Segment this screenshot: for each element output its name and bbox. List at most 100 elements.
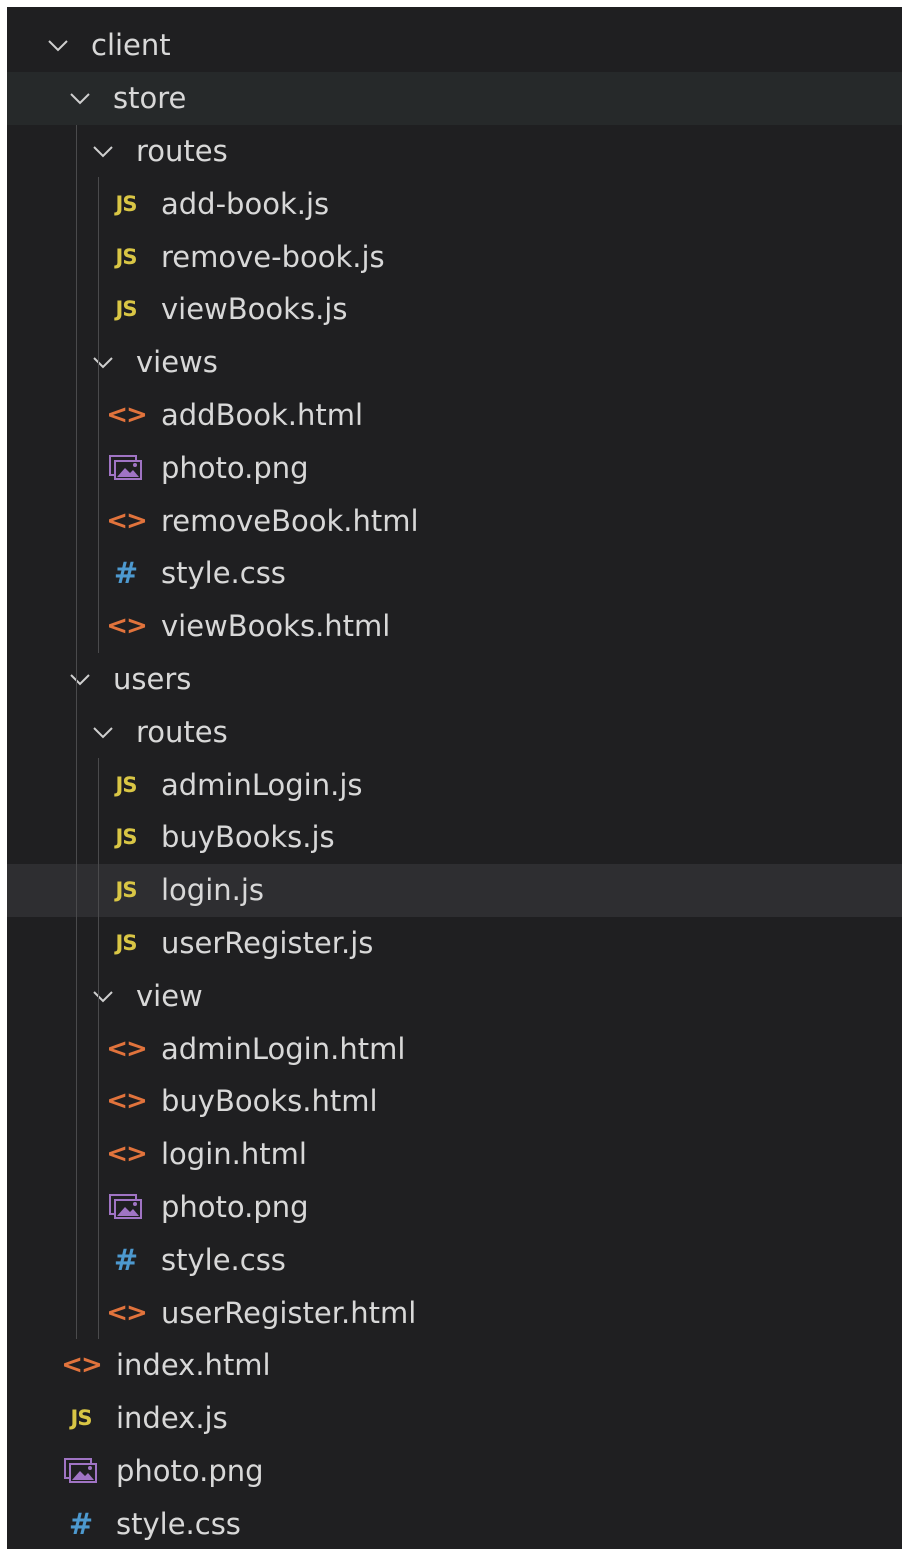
file-removebook-html[interactable]: <> removeBook.html: [7, 494, 902, 547]
tree-item-label: index.js: [116, 1401, 228, 1436]
tree-item-label: addBook.html: [161, 397, 364, 432]
html-icon: <>: [106, 399, 148, 430]
html-icon: <>: [61, 1350, 103, 1381]
folder-routes[interactable]: routes: [7, 125, 902, 178]
file-remove-book-js[interactable]: JS remove-book.js: [7, 230, 902, 283]
file-add-book-js[interactable]: JS add-book.js: [7, 177, 902, 230]
tree-item-label: viewBooks.js: [161, 292, 348, 327]
html-icon: <>: [106, 505, 148, 536]
file-photo-png[interactable]: photo.png: [7, 1445, 902, 1498]
indent-guide: [98, 177, 99, 653]
file-index-js[interactable]: JS index.js: [7, 1392, 902, 1445]
tree-item-label: buyBooks.html: [161, 1084, 378, 1119]
html-icon-glyph: <>: [106, 1297, 148, 1328]
tree-item-label: adminLogin.js: [161, 767, 363, 802]
js-icon: JS: [109, 875, 143, 905]
css-icon-glyph: #: [113, 556, 139, 591]
js-icon-glyph: JS: [115, 878, 138, 903]
css-icon: #: [109, 556, 143, 591]
file-photo-png[interactable]: photo.png: [7, 441, 902, 494]
file-buybooks-html[interactable]: <> buyBooks.html: [7, 1075, 902, 1128]
tree-item-label: photo.png: [161, 1189, 309, 1224]
js-icon-glyph: JS: [115, 191, 138, 216]
tree-item-label: client: [91, 28, 171, 63]
file-addbook-html[interactable]: <> addBook.html: [7, 389, 902, 442]
folder-store[interactable]: store: [7, 71, 902, 125]
chevron-down-icon[interactable]: [47, 34, 69, 56]
js-icon-glyph: JS: [115, 244, 138, 269]
js-icon-glyph: JS: [115, 825, 138, 850]
tree-item-label: userRegister.html: [161, 1295, 417, 1330]
tree-item-label: index.html: [116, 1348, 271, 1383]
tree-item-label: photo.png: [161, 450, 309, 485]
indent-guide: [76, 124, 77, 1339]
html-icon-glyph: <>: [106, 1139, 148, 1170]
folder-users[interactable]: users: [7, 653, 902, 706]
file-style-css[interactable]: # style.css: [7, 1497, 902, 1549]
chevron-down-icon[interactable]: [92, 140, 114, 162]
js-icon-glyph: JS: [115, 772, 138, 797]
tree-item-label: routes: [136, 133, 228, 168]
folder-views[interactable]: views: [7, 336, 902, 389]
file-login-html[interactable]: <> login.html: [7, 1128, 902, 1181]
tree-item-label: remove-book.js: [161, 239, 385, 274]
file-buybooks-js[interactable]: JS buyBooks.js: [7, 811, 902, 864]
html-icon: <>: [106, 1033, 148, 1064]
html-icon-glyph: <>: [106, 1033, 148, 1064]
css-icon-glyph: #: [113, 1242, 139, 1277]
html-icon-glyph: <>: [106, 1086, 148, 1117]
tree-item-label: photo.png: [116, 1453, 264, 1488]
file-userregister-js[interactable]: JS userRegister.js: [7, 917, 902, 970]
html-icon-glyph: <>: [106, 505, 148, 536]
image-icon: [109, 1192, 143, 1222]
tree-item-label: users: [113, 661, 192, 696]
tree-item-label: removeBook.html: [161, 503, 419, 538]
html-icon: <>: [106, 1139, 148, 1170]
js-icon-glyph: JS: [115, 297, 138, 322]
js-icon-glyph: JS: [70, 1406, 93, 1431]
file-index-html[interactable]: <> index.html: [7, 1339, 902, 1392]
file-adminlogin-html[interactable]: <> adminLogin.html: [7, 1022, 902, 1075]
js-icon-glyph: JS: [115, 930, 138, 955]
chevron-down-icon[interactable]: [69, 668, 91, 690]
css-icon-glyph: #: [68, 1506, 94, 1541]
html-icon: <>: [106, 1297, 148, 1328]
file-style-css[interactable]: # style.css: [7, 547, 902, 600]
tree-item-label: style.css: [116, 1506, 241, 1541]
folder-routes[interactable]: routes: [7, 705, 902, 758]
file-explorer-tree: client store routes JS add-book.js JS remove-b…: [7, 7, 902, 1549]
html-icon-glyph: <>: [106, 611, 148, 642]
file-adminlogin-js[interactable]: JS adminLogin.js: [7, 758, 902, 811]
js-icon: JS: [109, 928, 143, 958]
tree-item-label: buyBooks.js: [161, 820, 335, 855]
file-style-css[interactable]: # style.css: [7, 1233, 902, 1286]
css-icon: #: [109, 1242, 143, 1277]
tree-item-label: adminLogin.html: [161, 1031, 406, 1066]
css-icon: #: [64, 1506, 98, 1541]
chevron-down-icon[interactable]: [69, 87, 91, 109]
tree-item-label: routes: [136, 714, 228, 749]
tree-item-label: views: [136, 345, 218, 380]
chevron-down-icon[interactable]: [92, 721, 114, 743]
html-icon-glyph: <>: [106, 399, 148, 430]
folder-client[interactable]: client: [7, 19, 902, 72]
tree-item-label: login.html: [161, 1137, 307, 1172]
html-icon-glyph: <>: [61, 1350, 103, 1381]
chevron-down-icon[interactable]: [92, 351, 114, 373]
file-login-js[interactable]: JS login.js: [7, 863, 902, 917]
tree-item-label: view: [136, 978, 203, 1013]
file-viewbooks-js[interactable]: JS viewBooks.js: [7, 283, 902, 336]
folder-view[interactable]: view: [7, 969, 902, 1022]
chevron-down-icon[interactable]: [92, 985, 114, 1007]
tree-item-label: userRegister.js: [161, 925, 374, 960]
image-icon: [109, 453, 143, 483]
indent-guide: [98, 758, 99, 1339]
js-icon: JS: [109, 294, 143, 324]
file-photo-png[interactable]: photo.png: [7, 1181, 902, 1234]
tree-item-label: style.css: [161, 1242, 286, 1277]
file-userregister-html[interactable]: <> userRegister.html: [7, 1286, 902, 1339]
file-viewbooks-html[interactable]: <> viewBooks.html: [7, 600, 902, 653]
js-icon: JS: [64, 1403, 98, 1433]
html-icon: <>: [106, 1086, 148, 1117]
tree-item-label: add-book.js: [161, 186, 330, 221]
